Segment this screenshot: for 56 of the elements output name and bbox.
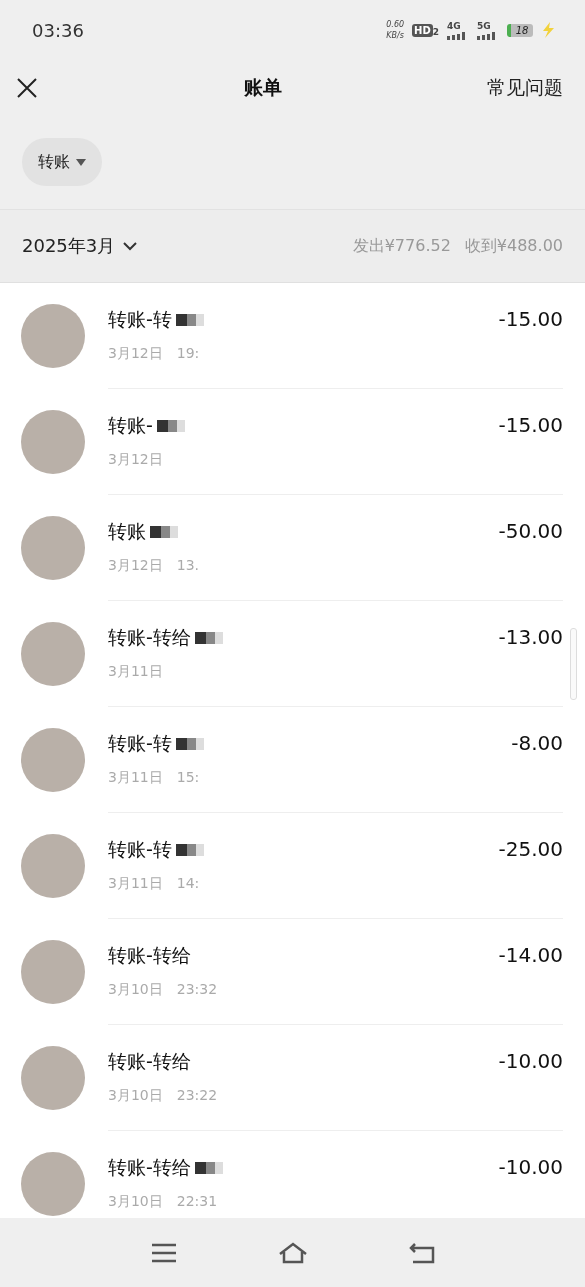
transaction-title[interactable]: 转账-转给 bbox=[108, 1049, 191, 1075]
transaction-title[interactable]: 转账-转给 bbox=[108, 943, 191, 969]
menu-icon[interactable] bbox=[150, 1242, 177, 1263]
speed-unit: KB/s bbox=[386, 30, 404, 41]
transaction-time: 13. bbox=[176, 557, 199, 575]
hd-sub-label: 2 bbox=[432, 26, 439, 37]
filter-button[interactable]: 转账 bbox=[22, 138, 102, 186]
faq-link[interactable]: 常见问题 bbox=[487, 74, 563, 101]
transaction-title[interactable]: 转账-转给 bbox=[108, 1155, 191, 1181]
sent-total: 发出¥776.52 bbox=[352, 235, 451, 257]
transaction-time: 22:31 bbox=[176, 1193, 218, 1211]
transaction-title[interactable]: 转账 bbox=[108, 519, 146, 545]
chevron-down-icon bbox=[123, 241, 138, 251]
transaction-time: 15: bbox=[176, 769, 200, 787]
transaction-date: 3月11日 bbox=[108, 875, 163, 893]
caret-icon bbox=[76, 158, 86, 166]
network-label: 5G bbox=[477, 20, 492, 31]
transaction-amount: -10.00 bbox=[498, 1155, 563, 1181]
transaction-title[interactable]: 转账-转 bbox=[108, 307, 172, 333]
transaction-title[interactable]: 转账-转 bbox=[108, 731, 172, 757]
transaction-amount: -14.00 bbox=[498, 943, 563, 969]
transaction-amount: -50.00 bbox=[498, 519, 563, 545]
speed-value: 0.60 bbox=[386, 19, 405, 30]
home-icon[interactable] bbox=[277, 1241, 308, 1264]
transaction-amount: -8.00 bbox=[511, 731, 563, 757]
transaction-title[interactable]: 转账-转给 bbox=[108, 625, 191, 651]
transaction-amount: -13.00 bbox=[498, 625, 563, 651]
back-icon[interactable] bbox=[408, 1241, 435, 1264]
transaction-amount: -10.00 bbox=[498, 1049, 563, 1075]
transaction-time: 23:22 bbox=[176, 1087, 218, 1105]
transaction-amount: -15.00 bbox=[498, 307, 563, 333]
scrollbar bbox=[570, 628, 577, 700]
close-icon[interactable] bbox=[16, 76, 38, 99]
page-title: 账单 bbox=[242, 74, 283, 100]
network-label: 4G bbox=[447, 20, 462, 31]
transaction-title[interactable]: 转账- bbox=[108, 413, 153, 439]
transaction-time: 14: bbox=[176, 875, 200, 893]
battery-icon: 18 bbox=[507, 23, 533, 37]
transaction-time: 23:32 bbox=[176, 981, 218, 999]
received-total: 收到¥488.00 bbox=[464, 235, 563, 257]
clock-time: 03:36 bbox=[32, 19, 85, 41]
transaction-date: 3月11日 bbox=[108, 663, 163, 681]
transaction-amount: -25.00 bbox=[498, 837, 563, 863]
transaction-date: 3月11日 bbox=[108, 769, 163, 787]
transaction-title[interactable]: 转账-转 bbox=[108, 837, 172, 863]
transaction-date: 3月10日 bbox=[108, 1193, 163, 1211]
hd-label: HD bbox=[412, 23, 433, 37]
transaction-date: 3月10日 bbox=[108, 981, 163, 999]
transaction-date: 3月10日 bbox=[108, 1087, 163, 1105]
month-selector[interactable]: 2025年3月 bbox=[22, 234, 138, 258]
transaction-date: 3月12日 bbox=[108, 557, 163, 575]
transaction-date: 3月12日 bbox=[108, 451, 163, 469]
lightning-icon bbox=[541, 22, 555, 38]
transaction-amount: -15.00 bbox=[498, 413, 563, 439]
transaction-date: 3月12日 bbox=[108, 345, 163, 363]
transaction-time: 19: bbox=[176, 345, 200, 363]
